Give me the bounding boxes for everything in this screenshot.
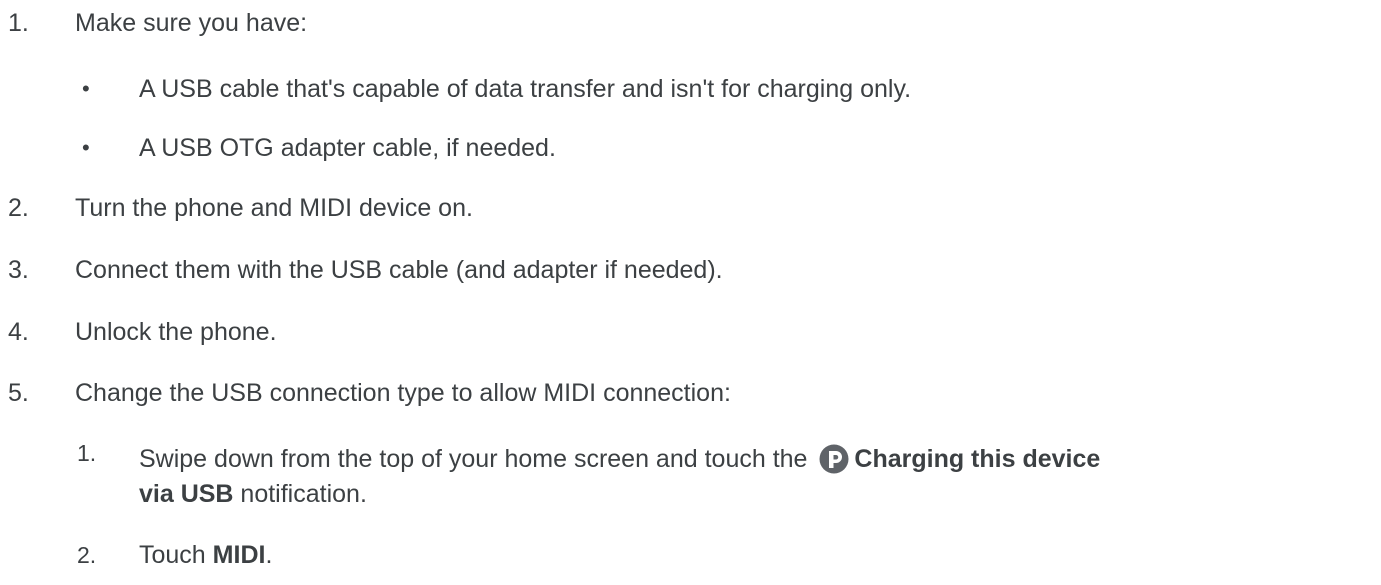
step-5-number: 5.	[8, 379, 29, 407]
step-2-text: Turn the phone and MIDI device on.	[75, 194, 473, 222]
substep-2-bold: MIDI	[212, 541, 266, 569]
substep-1-text-after: notification.	[233, 480, 367, 508]
substep-2-number: 2.	[77, 542, 97, 568]
substep-1-bold-2: via USB	[139, 480, 234, 508]
step-4-text: Unlock the phone.	[75, 318, 277, 346]
requirement-1-bullet: •	[82, 76, 90, 101]
step-4-number: 4.	[8, 318, 29, 346]
requirement-2-bullet: •	[82, 135, 90, 160]
substep-2-text: Touch MIDI.	[139, 540, 272, 570]
substep-1-text-before: Swipe down from the top of your home scr…	[139, 445, 815, 473]
step-1-text: Make sure you have:	[75, 9, 308, 37]
step-3-number: 3.	[8, 256, 29, 284]
step-1-number: 1.	[8, 9, 29, 37]
requirement-1-text: A USB cable that's capable of data trans…	[139, 75, 912, 103]
substep-1-line-2: via USB notification.	[139, 479, 367, 509]
substep-1-bold-1: Charging this device	[854, 445, 1101, 473]
step-3-text: Connect them with the USB cable (and ada…	[75, 256, 723, 284]
step-2-number: 2.	[8, 194, 29, 222]
usb-notification-icon	[818, 444, 850, 474]
substep-2-text-before: Touch	[139, 541, 213, 569]
substep-1-number: 1.	[77, 440, 97, 466]
requirement-2-text: A USB OTG adapter cable, if needed.	[139, 134, 556, 162]
step-5-text: Change the USB connection type to allow …	[75, 379, 731, 407]
substep-1-line-1: Swipe down from the top of your home scr…	[139, 444, 1100, 474]
substep-2-text-after: .	[265, 541, 273, 569]
